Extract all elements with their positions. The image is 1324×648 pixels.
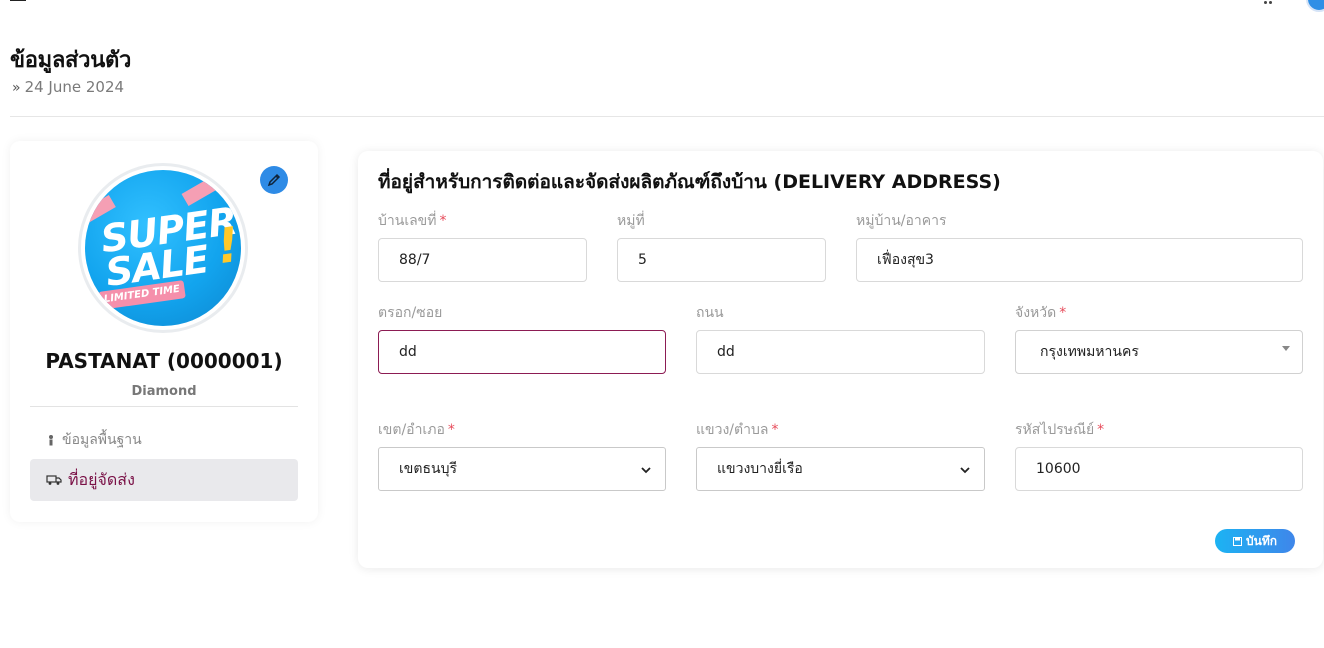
avatar-sale-text: SUPER SALE <box>98 198 240 295</box>
road-input[interactable] <box>696 330 985 374</box>
truck-icon <box>46 474 62 486</box>
district-selected-value: เขตธนบุรี <box>399 461 457 477</box>
village-label: หมู่บ้าน/อาคาร <box>856 213 947 229</box>
house-no-input[interactable] <box>378 238 587 282</box>
hamburger-menu-icon[interactable] <box>10 0 26 2</box>
edit-avatar-button[interactable] <box>260 166 288 194</box>
profile-card: SUPER SALE ! LIMITED TIME PASTANAT (0000… <box>10 141 318 522</box>
postcode-input[interactable] <box>1015 447 1303 491</box>
sidebar-item-basic-info[interactable]: ข้อมูลพื้นฐาน <box>30 419 298 461</box>
membership-tier: Diamond <box>131 384 197 399</box>
breadcrumb: » 24 June 2024 <box>12 78 124 96</box>
delivery-address-card: ที่อยู่สำหรับการติดต่อและจัดส่งผลิตภัณฑ์… <box>358 151 1323 568</box>
apps-grid-icon[interactable] <box>1264 0 1276 4</box>
save-button-label: บันทึก <box>1246 533 1277 548</box>
subdistrict-selected-value: แขวงบางยี่เรือ <box>717 461 803 477</box>
user-avatar[interactable] <box>1306 0 1324 12</box>
road-label: ถนน <box>696 305 724 321</box>
subdistrict-label: แขวง/ตำบล * <box>696 422 779 438</box>
profile-name: PASTANAT (0000001) <box>45 349 283 373</box>
double-chevron-right-icon: » <box>12 80 21 96</box>
district-label: เขต/อำเภอ * <box>378 422 455 438</box>
pencil-icon <box>267 173 281 187</box>
page-title: ข้อมูลส่วนตัว <box>10 48 131 73</box>
person-icon <box>46 434 56 446</box>
subdistrict-select[interactable]: แขวงบางยี่เรือ <box>696 447 985 491</box>
moo-input[interactable] <box>617 238 826 282</box>
province-label: จังหวัด * <box>1015 305 1067 321</box>
profile-avatar-image: SUPER SALE ! LIMITED TIME <box>85 170 241 326</box>
soi-input[interactable] <box>378 330 666 374</box>
profile-avatar: SUPER SALE ! LIMITED TIME <box>78 163 248 333</box>
village-input[interactable] <box>856 238 1303 282</box>
sidebar-item-label: ข้อมูลพื้นฐาน <box>62 432 142 448</box>
postcode-label: รหัสไปรษณีย์ * <box>1015 422 1105 438</box>
sidebar-item-label: ที่อยู่จัดส่ง <box>68 469 135 489</box>
chevron-down-icon <box>641 467 651 474</box>
district-select[interactable]: เขตธนบุรี <box>378 447 666 491</box>
profile-divider <box>30 406 298 407</box>
moo-label: หมู่ที่ <box>617 213 645 229</box>
house-no-label: บ้านเลขที่ * <box>378 213 447 229</box>
card-title: ที่อยู่สำหรับการติดต่อและจัดส่งผลิตภัณฑ์… <box>378 171 1001 193</box>
header-divider <box>10 116 1324 117</box>
sidebar-item-delivery-address[interactable]: ที่อยู่จัดส่ง <box>30 459 298 501</box>
province-selected-value: กรุงเทพมหานคร <box>1040 344 1139 360</box>
soi-label: ตรอก/ซอย <box>378 305 443 321</box>
page-date: 24 June 2024 <box>24 78 125 96</box>
chevron-down-icon <box>960 467 970 474</box>
caret-down-icon <box>1282 346 1290 351</box>
province-select[interactable]: กรุงเทพมหานคร <box>1015 330 1303 374</box>
floppy-disk-icon <box>1233 536 1242 546</box>
save-button[interactable]: บันทึก <box>1215 529 1295 553</box>
